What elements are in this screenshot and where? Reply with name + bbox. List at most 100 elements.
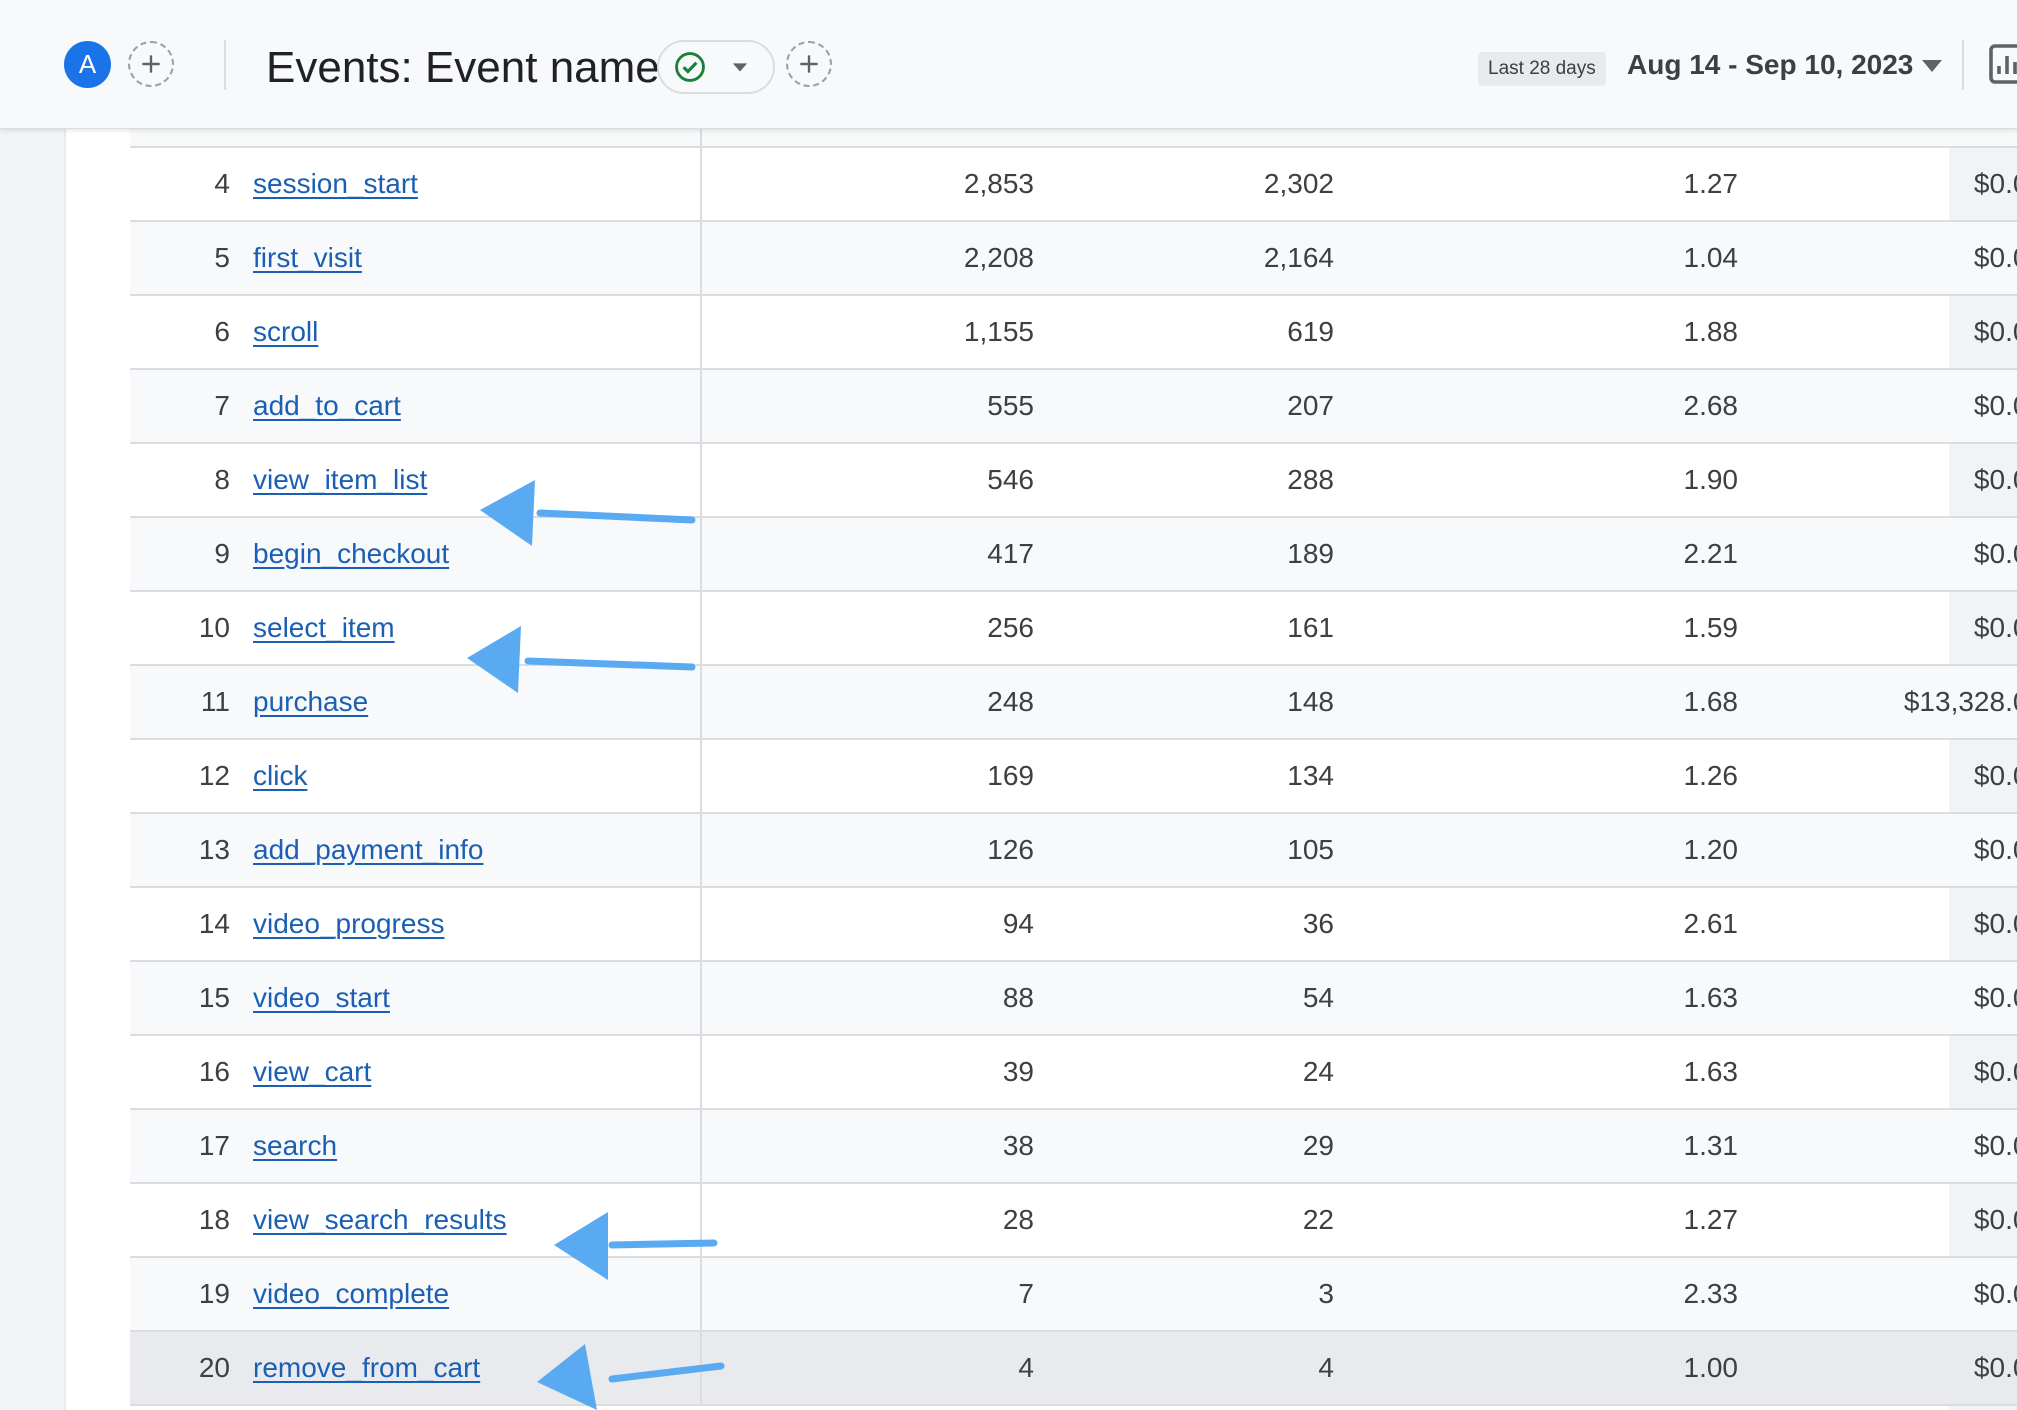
chevron-down-icon[interactable] [1922, 60, 1942, 74]
table-row[interactable]: 14 video_progress 94 36 2.61 $0.00 [130, 888, 2017, 962]
event-count: 4 [1018, 1352, 1034, 1383]
total-revenue: $0.00 [1973, 982, 2017, 1013]
row-rank: 20 [198, 1352, 230, 1383]
event-name-link[interactable]: video_progress [253, 888, 444, 960]
event-count-per-user: 1.26 [1683, 760, 1739, 791]
total-users: 3 [1318, 1278, 1334, 1309]
event-count-per-user: 1.59 [1683, 612, 1739, 643]
event-name-link[interactable]: search [253, 1110, 337, 1182]
total-revenue: $0.00 [1973, 1352, 2017, 1383]
total-revenue: $0.00 [1973, 908, 2017, 939]
event-name-link[interactable]: purchase [253, 666, 368, 738]
column-divider [700, 444, 702, 516]
event-name-link[interactable]: begin_checkout [253, 518, 449, 590]
event-name-link[interactable]: first_visit [253, 222, 362, 294]
table-row[interactable]: 18 view_search_results 28 22 1.27 $0.00 [130, 1184, 2017, 1258]
column-divider [700, 296, 702, 368]
event-name-link[interactable]: add_to_cart [253, 370, 401, 442]
row-rank: 10 [198, 612, 230, 643]
table-row[interactable]: 9 begin_checkout 417 189 2.21 $0.00 [130, 518, 2017, 592]
column-divider [700, 666, 702, 738]
event-count-per-user: 2.68 [1683, 390, 1739, 421]
table-row[interactable]: 4 session_start 2,853 2,302 1.27 $0.00 [130, 148, 2017, 222]
table-row[interactable]: 8 view_item_list 546 288 1.90 $0.00 [130, 444, 2017, 518]
column-divider [700, 1036, 702, 1108]
event-name-link[interactable]: video_start [253, 962, 390, 1034]
event-count: 1,155 [963, 316, 1034, 347]
report-status-dropdown[interactable] [657, 40, 775, 94]
event-count-per-user: 1.88 [1683, 316, 1739, 347]
event-count-per-user: 2.21 [1683, 538, 1739, 569]
event-name-link[interactable]: click [253, 740, 307, 812]
row-rank: 6 [214, 316, 230, 347]
row-rank: 13 [198, 834, 230, 865]
avatar[interactable]: A [64, 41, 111, 88]
event-count-per-user: 2.33 [1683, 1278, 1739, 1309]
table-row[interactable]: 6 scroll 1,155 619 1.88 $0.00 [130, 296, 2017, 370]
total-users: 288 [1287, 464, 1334, 495]
event-count-per-user: 1.68 [1683, 686, 1739, 717]
column-divider [700, 814, 702, 886]
event-name-link[interactable]: video_complete [253, 1258, 449, 1330]
date-range-picker[interactable]: Aug 14 - Sep 10, 2023 [1627, 49, 1913, 81]
total-users: 22 [1302, 1204, 1334, 1235]
event-count: 248 [987, 686, 1034, 717]
event-count: 417 [987, 538, 1034, 569]
total-users: 134 [1287, 760, 1334, 791]
table-row[interactable]: 11 purchase 248 148 1.68 $13,328.03 [130, 666, 2017, 740]
row-rank: 7 [214, 390, 230, 421]
event-count-per-user: 1.63 [1683, 1056, 1739, 1087]
total-users: 207 [1287, 390, 1334, 421]
total-revenue: $0.00 [1973, 390, 2017, 421]
event-name-link[interactable]: view_cart [253, 1036, 371, 1108]
report-header: A Events: Event name Last 28 days Aug 14… [0, 0, 2017, 129]
table-row[interactable]: 5 first_visit 2,208 2,164 1.04 $0.00 [130, 222, 2017, 296]
column-divider [700, 222, 702, 294]
event-count: 7 [1018, 1278, 1034, 1309]
row-rank: 17 [198, 1130, 230, 1161]
event-name-link[interactable]: view_search_results [253, 1184, 507, 1256]
total-revenue: $0.00 [1973, 612, 2017, 643]
table-row[interactable]: 15 video_start 88 54 1.63 $0.00 [130, 962, 2017, 1036]
table-row[interactable]: 12 click 169 134 1.26 $0.00 [130, 740, 2017, 814]
event-count-per-user: 1.27 [1683, 168, 1739, 199]
event-name-link[interactable]: session_start [253, 148, 418, 220]
add-comparison-button[interactable] [128, 41, 174, 87]
event-count-per-user: 1.04 [1683, 242, 1739, 273]
event-count: 169 [987, 760, 1034, 791]
table-row[interactable]: 17 search 38 29 1.31 $0.00 [130, 1110, 2017, 1184]
table-row[interactable]: 13 add_payment_info 126 105 1.20 $0.00 [130, 814, 2017, 888]
event-count: 546 [987, 464, 1034, 495]
event-name-link[interactable]: scroll [253, 296, 318, 368]
total-revenue: $0.00 [1973, 464, 2017, 495]
row-rank: 15 [198, 982, 230, 1013]
event-count: 126 [987, 834, 1034, 865]
table-row[interactable]: 19 video_complete 7 3 2.33 $0.00 [130, 1258, 2017, 1332]
table-row[interactable]: 10 select_item 256 161 1.59 $0.00 [130, 592, 2017, 666]
row-rank: 16 [198, 1056, 230, 1087]
total-revenue: $0.00 [1973, 760, 2017, 791]
event-name-link[interactable]: view_item_list [253, 444, 427, 516]
total-users: 2,164 [1263, 242, 1334, 273]
event-count: 2,208 [963, 242, 1034, 273]
add-filter-button[interactable] [786, 41, 832, 87]
total-users: 4 [1318, 1352, 1334, 1383]
header-divider [1962, 40, 1964, 90]
event-name-link[interactable]: add_payment_info [253, 814, 483, 886]
insights-chart-icon[interactable] [1989, 44, 2017, 84]
table-row[interactable]: 7 add_to_cart 555 207 2.68 $0.00 [130, 370, 2017, 444]
event-count-per-user: 1.20 [1683, 834, 1739, 865]
total-revenue: $0.00 [1973, 168, 2017, 199]
total-users: 2,302 [1263, 168, 1334, 199]
row-rank: 19 [198, 1278, 230, 1309]
row-rank: 18 [198, 1204, 230, 1235]
event-name-link[interactable]: select_item [253, 592, 395, 664]
table-row[interactable]: 16 view_cart 39 24 1.63 $0.00 [130, 1036, 2017, 1110]
column-divider [700, 518, 702, 590]
total-users: 189 [1287, 538, 1334, 569]
event-count: 2,853 [963, 168, 1034, 199]
column-divider [700, 1332, 702, 1404]
table-row[interactable]: 20 remove_from_cart 4 4 1.00 $0.00 [130, 1332, 2017, 1406]
total-revenue: $0.00 [1973, 1278, 2017, 1309]
event-name-link[interactable]: remove_from_cart [253, 1332, 480, 1404]
